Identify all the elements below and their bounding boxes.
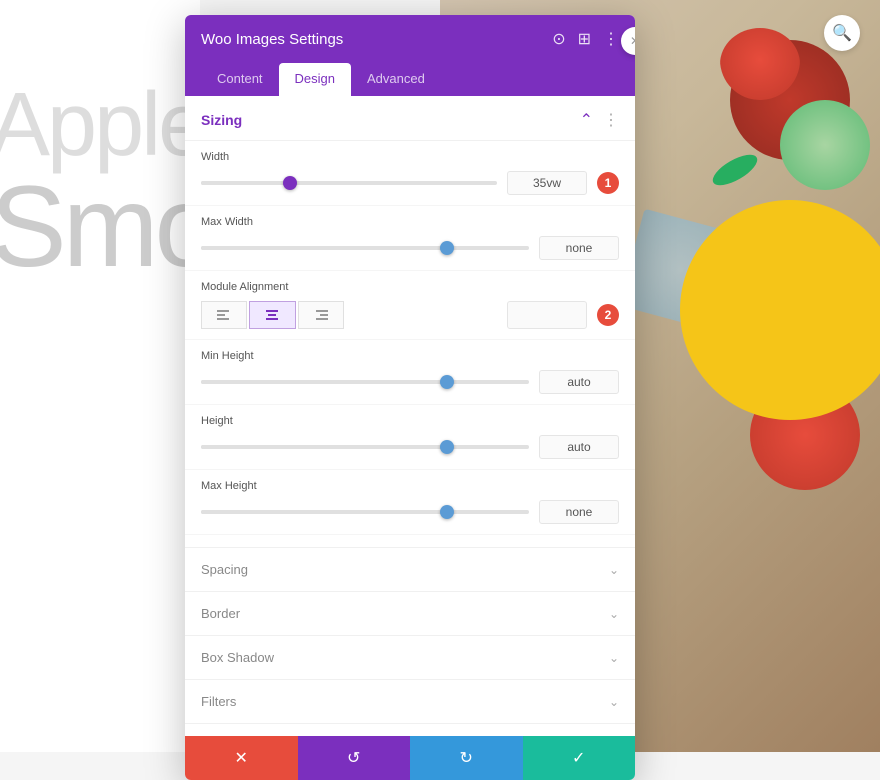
modal-title: Woo Images Settings: [201, 31, 343, 48]
height-label: Height: [201, 415, 619, 427]
max-width-slider-track[interactable]: [201, 246, 529, 250]
tab-content[interactable]: Content: [201, 63, 279, 96]
width-slider-thumb[interactable]: [283, 176, 297, 190]
min-height-setting: Min Height: [185, 340, 635, 405]
max-height-value-input[interactable]: [539, 500, 619, 524]
section-header-controls: ⌃ ⋮: [580, 110, 619, 130]
save-button[interactable]: ✓: [523, 736, 636, 780]
spacing-chevron: ⌄: [609, 563, 619, 577]
max-width-setting: Max Width: [185, 206, 635, 271]
align-left-button[interactable]: [201, 301, 247, 329]
close-icon: ✕: [630, 34, 635, 48]
more-icon[interactable]: ⋮: [603, 29, 619, 49]
max-width-slider-fill: [201, 246, 447, 250]
box-shadow-section[interactable]: Box Shadow ⌄: [185, 635, 635, 679]
max-height-setting: Max Height: [185, 470, 635, 535]
redo-icon: ↻: [460, 748, 473, 768]
min-height-label: Min Height: [201, 350, 619, 362]
tab-design[interactable]: Design: [279, 63, 351, 96]
undo-icon: ↺: [347, 748, 360, 768]
max-height-slider-fill: [201, 510, 447, 514]
alignment-setting: Module Alignment 2: [185, 271, 635, 340]
cancel-button[interactable]: ✕: [185, 736, 298, 780]
height-value-input[interactable]: [539, 435, 619, 459]
border-label: Border: [201, 606, 240, 621]
width-control: 1: [201, 171, 619, 195]
height-setting: Height: [185, 405, 635, 470]
max-height-control: [201, 500, 619, 524]
modal-body: Sizing ⌃ ⋮ Width 1 Max Width: [185, 96, 635, 736]
spacing-label: Spacing: [201, 562, 248, 577]
min-height-slider-track[interactable]: [201, 380, 529, 384]
header-icons: ⊙ ⊞ ⋮: [552, 29, 619, 49]
tabs-bar: Content Design Advanced: [185, 63, 635, 96]
width-slider-fill: [201, 181, 290, 185]
max-height-label: Max Height: [201, 480, 619, 492]
height-slider-fill: [201, 445, 447, 449]
height-slider-thumb[interactable]: [440, 440, 454, 454]
redo-button[interactable]: ↻: [410, 736, 523, 780]
max-height-slider-track[interactable]: [201, 510, 529, 514]
alignment-label: Module Alignment: [201, 281, 619, 293]
width-badge: 1: [597, 172, 619, 194]
align-center-button[interactable]: [249, 301, 295, 329]
filters-chevron: ⌄: [609, 695, 619, 709]
box-shadow-label: Box Shadow: [201, 650, 274, 665]
height-slider-track[interactable]: [201, 445, 529, 449]
filters-section[interactable]: Filters ⌄: [185, 679, 635, 723]
modal-header: Woo Images Settings ⊙ ⊞ ⋮: [185, 15, 635, 63]
border-chevron: ⌄: [609, 607, 619, 621]
undo-button[interactable]: ↺: [298, 736, 411, 780]
grid-icon[interactable]: ⊞: [578, 29, 591, 49]
search-button[interactable]: 🔍: [824, 15, 860, 51]
target-icon[interactable]: ⊙: [552, 29, 565, 49]
border-section[interactable]: Border ⌄: [185, 591, 635, 635]
transform-section[interactable]: Transform ⌄: [185, 723, 635, 736]
alignment-control: 2: [201, 301, 619, 329]
filters-label: Filters: [201, 694, 236, 709]
width-setting: Width 1: [185, 141, 635, 206]
settings-panel: ✕ Woo Images Settings ⊙ ⊞ ⋮ Content Desi…: [185, 15, 635, 780]
width-label: Width: [201, 151, 619, 163]
width-slider-track[interactable]: [201, 181, 497, 185]
save-icon: ✓: [572, 748, 585, 768]
align-right-button[interactable]: [298, 301, 344, 329]
sizing-section-header: Sizing ⌃ ⋮: [185, 96, 635, 141]
max-width-label: Max Width: [201, 216, 619, 228]
box-shadow-chevron: ⌄: [609, 651, 619, 665]
search-icon: 🔍: [832, 23, 852, 43]
min-height-control: [201, 370, 619, 394]
cancel-icon: ✕: [235, 748, 248, 768]
max-height-slider-thumb[interactable]: [440, 505, 454, 519]
min-height-slider-thumb[interactable]: [440, 375, 454, 389]
spacer: [185, 535, 635, 547]
max-width-control: [201, 236, 619, 260]
tab-advanced[interactable]: Advanced: [351, 63, 441, 96]
section-more-icon[interactable]: ⋮: [603, 110, 619, 130]
modal-footer: ✕ ↺ ↻ ✓: [185, 736, 635, 780]
alignment-badge: 2: [597, 304, 619, 326]
min-height-slider-fill: [201, 380, 447, 384]
alignment-buttons: [201, 301, 344, 329]
max-width-slider-thumb[interactable]: [440, 241, 454, 255]
collapse-icon[interactable]: ⌃: [580, 110, 593, 130]
height-control: [201, 435, 619, 459]
max-width-value-input[interactable]: [539, 236, 619, 260]
spacing-section[interactable]: Spacing ⌄: [185, 547, 635, 591]
min-height-value-input[interactable]: [539, 370, 619, 394]
section-title: Sizing: [201, 112, 242, 128]
width-value-input[interactable]: [507, 171, 587, 195]
